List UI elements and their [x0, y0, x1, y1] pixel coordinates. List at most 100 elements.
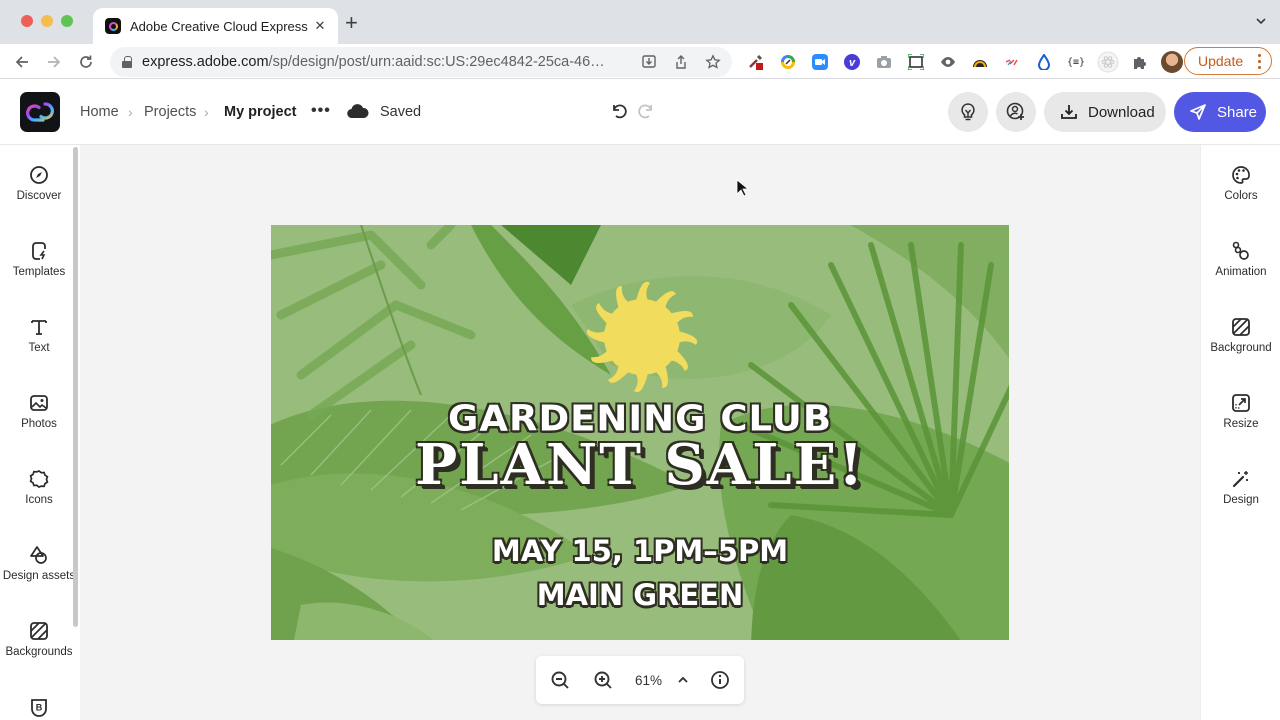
browser-tab[interactable]: Adobe Creative Cloud Express ✕	[93, 8, 338, 44]
zoom-level[interactable]: 61%	[635, 673, 662, 688]
lock-icon	[122, 56, 132, 68]
more-options-button[interactable]: •••	[311, 102, 331, 120]
sidebar-item-design-assets[interactable]: Design assets	[0, 545, 78, 582]
adobe-express-favicon-icon	[105, 18, 121, 34]
design-title-plant-sale[interactable]: PLANT SALE!	[271, 432, 1009, 498]
screenshot-frame-icon[interactable]	[900, 50, 932, 74]
sidebar-item-brand[interactable]: B	[0, 697, 78, 717]
json-formatter-icon[interactable]: {≡}	[1060, 50, 1092, 74]
tab-title: Adobe Creative Cloud Express	[130, 18, 308, 34]
react-devtools-icon[interactable]	[1092, 50, 1124, 74]
add-user-icon	[1006, 102, 1024, 120]
bookmark-star-icon[interactable]	[704, 53, 722, 71]
rainbow-extension-icon[interactable]	[964, 50, 996, 74]
redo-button[interactable]	[636, 101, 656, 121]
svg-text:v: v	[849, 57, 856, 69]
zoom-video-icon[interactable]	[804, 50, 836, 74]
arrow-right-icon	[48, 56, 61, 68]
text-icon	[29, 317, 49, 337]
icons-icon	[29, 469, 49, 489]
lightbulb-icon	[961, 103, 975, 121]
update-label: Update	[1198, 53, 1244, 69]
sidebar-item-backgrounds[interactable]: Backgrounds	[0, 621, 78, 658]
maximize-window-button[interactable]	[61, 15, 73, 27]
sidebar-item-photos[interactable]: Photos	[0, 393, 78, 430]
share-button[interactable]: Share	[1174, 92, 1266, 132]
left-sidebar: Discover Templates Text Photos Icons Des…	[0, 145, 80, 720]
sidebar-label: Photos	[21, 418, 57, 430]
vimeo-icon[interactable]: v	[836, 50, 868, 74]
project-name[interactable]: My project	[224, 104, 297, 120]
app-header: Home › Projects › My project ••• Saved D…	[0, 80, 1280, 145]
address-bar[interactable]: express.adobe.com/sp/design/post/urn:aai…	[110, 47, 732, 77]
tab-close-icon[interactable]: ✕	[312, 18, 328, 34]
download-button[interactable]: Download	[1044, 92, 1166, 132]
minimize-window-button[interactable]	[41, 15, 53, 27]
tab-search-chevron-icon[interactable]	[1256, 16, 1266, 26]
right-sidebar: Colors Animation Background Resize Desig…	[1200, 145, 1280, 720]
sidebar-item-discover[interactable]: Discover	[0, 165, 78, 202]
reload-button[interactable]	[74, 50, 98, 74]
sidebar-item-resize[interactable]: Resize	[1201, 393, 1280, 430]
sidebar-scrollbar[interactable]	[73, 147, 78, 627]
back-button[interactable]	[10, 50, 34, 74]
sidebar-item-icons[interactable]: Icons	[0, 469, 78, 506]
zoom-controls: 61%	[536, 656, 744, 704]
creative-cloud-express-logo[interactable]	[20, 92, 60, 132]
sidebar-item-text[interactable]: Text	[0, 317, 78, 354]
invite-collaborator-button[interactable]	[996, 92, 1036, 132]
cc-logo-icon	[26, 102, 54, 122]
sidebar-item-design[interactable]: Design	[1201, 469, 1280, 506]
new-tab-button[interactable]: +	[345, 12, 358, 34]
share-page-icon[interactable]	[672, 53, 690, 71]
breadcrumb-separator-icon: ›	[128, 104, 133, 120]
download-label: Download	[1088, 103, 1155, 121]
browser-toolbar: express.adobe.com/sp/design/post/urn:aai…	[0, 44, 1280, 79]
photo-icon	[29, 393, 49, 413]
reload-icon	[80, 55, 92, 68]
zoom-in-button[interactable]	[593, 670, 613, 690]
puzzle-extensions-icon[interactable]	[1124, 50, 1156, 74]
forward-button[interactable]	[42, 50, 66, 74]
color-extension-icon[interactable]	[996, 50, 1028, 74]
magic-wand-icon	[1231, 469, 1251, 489]
zoom-options-button[interactable]	[673, 670, 693, 690]
arrow-left-icon	[15, 56, 28, 68]
sidebar-label: Discover	[16, 190, 62, 202]
sidebar-label: Backgrounds	[5, 646, 73, 658]
breadcrumb-projects[interactable]: Projects	[144, 104, 196, 120]
sidebar-label: Templates	[12, 266, 66, 278]
sidebar-item-colors[interactable]: Colors	[1201, 165, 1280, 202]
sidebar-item-animation[interactable]: Animation	[1201, 241, 1280, 278]
pencil-extension-icon[interactable]	[772, 50, 804, 74]
sidebar-label: Colors	[1224, 190, 1258, 202]
palette-icon	[1231, 165, 1251, 185]
breadcrumb-separator-icon: ›	[204, 104, 209, 120]
inspiration-button[interactable]	[948, 92, 988, 132]
info-button[interactable]	[710, 670, 730, 690]
sidebar-item-templates[interactable]: Templates	[0, 241, 78, 278]
design-artboard[interactable]: GARDENING CLUB PLANT SALE! MAY 15, 1PM–5…	[271, 225, 1009, 640]
browser-menu-icon[interactable]	[1258, 54, 1262, 69]
zoom-in-icon	[594, 671, 612, 689]
brand-icon: B	[29, 697, 49, 717]
sidebar-item-background[interactable]: Background	[1201, 317, 1280, 354]
update-browser-button[interactable]: Update	[1184, 47, 1272, 75]
eyedropper-icon[interactable]	[740, 50, 772, 74]
close-window-button[interactable]	[21, 15, 33, 27]
design-location-text[interactable]: MAIN GREEN	[271, 578, 1009, 612]
sidebar-label: Background	[1210, 342, 1272, 354]
breadcrumb-home[interactable]: Home	[80, 104, 119, 120]
undo-button[interactable]	[609, 101, 629, 121]
camera-icon[interactable]	[868, 50, 900, 74]
zoom-out-button[interactable]	[550, 670, 570, 690]
design-date-text[interactable]: MAY 15, 1PM–5PM	[271, 534, 1009, 568]
backgrounds-icon	[29, 621, 49, 641]
droplet-icon[interactable]	[1028, 50, 1060, 74]
eye-icon[interactable]	[932, 50, 964, 74]
install-app-icon[interactable]	[640, 53, 658, 71]
resize-icon	[1231, 393, 1251, 413]
templates-icon	[29, 241, 49, 261]
compass-icon	[29, 165, 49, 185]
animation-icon	[1231, 241, 1251, 261]
